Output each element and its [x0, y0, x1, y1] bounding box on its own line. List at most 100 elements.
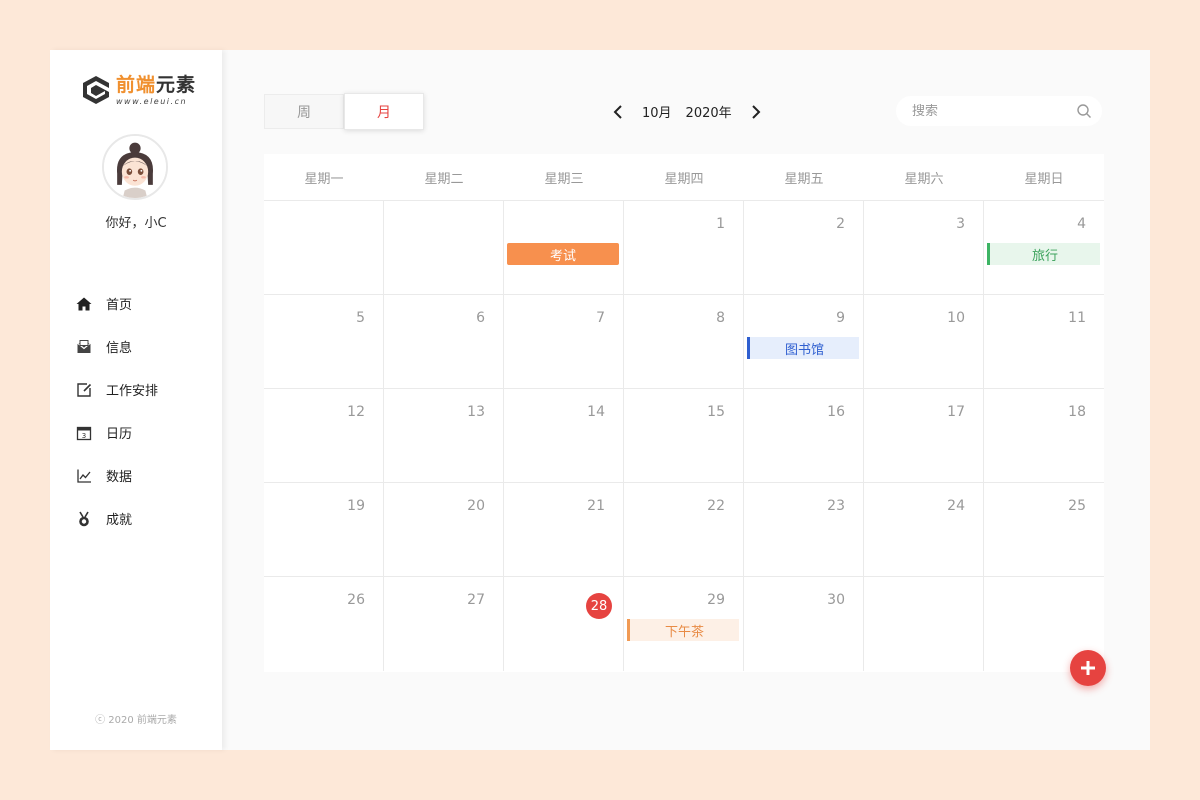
calendar-day-cell[interactable]: 10 — [864, 295, 984, 389]
day-number: 18 — [1068, 404, 1086, 420]
day-number: 16 — [827, 404, 845, 420]
event-library[interactable]: 图书馆 — [747, 337, 859, 359]
calendar-day-cell[interactable]: 5 — [264, 295, 384, 389]
event-tea[interactable]: 下午茶 — [627, 619, 739, 641]
calendar-day-cell[interactable]: 2 — [744, 201, 864, 295]
day-number: 25 — [1068, 498, 1086, 514]
chart-icon — [77, 469, 91, 483]
chevron-left-icon — [613, 104, 622, 119]
sidebar-nav: 首页 信息 工作安排 3 日历 数据 成就 — [76, 282, 158, 540]
calendar-day-cell[interactable]: 7 — [504, 295, 624, 389]
calendar-day-cell[interactable]: 29 下午茶 — [624, 577, 744, 671]
event-travel[interactable]: 旅行 — [987, 243, 1100, 265]
calendar-day-cell[interactable]: 24 — [864, 483, 984, 577]
calendar-day-cell[interactable]: 22 — [624, 483, 744, 577]
calendar-day-cell[interactable]: 20 — [384, 483, 504, 577]
day-number: 5 — [356, 310, 365, 326]
calendar-day-cell[interactable]: 21 — [504, 483, 624, 577]
current-month: 10月 — [642, 106, 672, 121]
sidebar-item-data[interactable]: 数据 — [76, 454, 158, 497]
event-exam[interactable]: 考试 — [507, 243, 619, 265]
search-icon[interactable] — [1076, 103, 1092, 119]
day-number: 27 — [467, 592, 485, 608]
weekday-label: 星期五 — [784, 171, 824, 187]
calendar-day-cell[interactable] — [264, 201, 384, 295]
calendar-day-cell[interactable]: 16 — [744, 389, 864, 483]
sidebar-item-schedule[interactable]: 工作安排 — [76, 368, 158, 411]
weekday-header: 星期一 星期二 星期三 星期四 星期五 星期六 星期日 — [264, 154, 1104, 201]
day-number: 6 — [476, 310, 485, 326]
sidebar-item-calendar[interactable]: 3 日历 — [76, 411, 158, 454]
calendar-day-cell[interactable]: 27 — [384, 577, 504, 671]
sidebar-item-achievements[interactable]: 成就 — [76, 497, 158, 540]
sidebar-item-home[interactable]: 首页 — [76, 282, 158, 325]
day-number: 3 — [956, 216, 965, 232]
sidebar-item-label: 日历 — [106, 427, 133, 442]
calendar-day-cell[interactable]: 13 — [384, 389, 504, 483]
edit-schedule-icon — [77, 382, 92, 397]
calendar-day-cell[interactable]: 12 — [264, 389, 384, 483]
calendar-day-cell[interactable]: 17 — [864, 389, 984, 483]
day-number: 1 — [716, 216, 725, 232]
calendar-day-cell[interactable]: 1 — [624, 201, 744, 295]
calendar-day-cell[interactable]: 18 — [984, 389, 1104, 483]
sidebar-item-label: 首页 — [106, 298, 133, 313]
weekday-label: 星期二 — [424, 171, 464, 187]
day-number: 30 — [827, 592, 845, 608]
avatar[interactable] — [102, 134, 168, 200]
user-greeting: 你好，小C — [105, 216, 167, 231]
search-box — [896, 96, 1102, 126]
calendar-day-cell[interactable]: 15 — [624, 389, 744, 483]
calendar-day-cell[interactable]: 30 — [744, 577, 864, 671]
weekday-label: 星期日 — [1024, 171, 1064, 187]
calendar-day-cell[interactable]: 3 — [864, 201, 984, 295]
week-view-button[interactable]: 周 — [264, 94, 344, 129]
add-event-button[interactable] — [1070, 650, 1106, 686]
day-number: 13 — [467, 404, 485, 420]
day-number: 7 — [596, 310, 605, 326]
next-month-button[interactable] — [750, 104, 762, 119]
day-number: 17 — [947, 404, 965, 420]
weekday-label: 星期一 — [304, 171, 344, 187]
app-window: 前端元素 www.eleui.cn 你好，小C 首页 信息 工作安排 3 日历 … — [50, 50, 1150, 750]
sidebar-item-label: 工作安排 — [106, 384, 159, 399]
calendar-day-cell[interactable]: 6 — [384, 295, 504, 389]
main-content: 周 月 10月 2020年 星期一 星期二 星期三 星期四 星期五 — [222, 50, 1150, 750]
calendar-day-cell[interactable]: 考试 — [504, 201, 624, 295]
chevron-right-icon — [751, 104, 761, 119]
weekday-label: 星期四 — [664, 171, 704, 187]
svg-text:3: 3 — [82, 432, 86, 440]
day-number: 20 — [467, 498, 485, 514]
month-view-button[interactable]: 月 — [344, 93, 424, 130]
calendar-grid: 考试 1 2 3 4 旅行 5 6 7 8 9 图书馆 10 11 12 13 14 15 16 17 18 19 20 21… — [264, 201, 1104, 671]
calendar-day-cell[interactable]: 11 — [984, 295, 1104, 389]
day-number: 4 — [1077, 216, 1086, 232]
sidebar-item-label: 成就 — [106, 513, 133, 528]
calendar-day-cell[interactable]: 23 — [744, 483, 864, 577]
calendar-icon: 3 — [76, 426, 92, 440]
brand-logo[interactable]: 前端元素 www.eleui.cn — [80, 74, 196, 106]
calendar-day-cell[interactable]: 25 — [984, 483, 1104, 577]
plus-icon — [1081, 661, 1095, 675]
calendar-day-cell[interactable]: 8 — [624, 295, 744, 389]
logo-mark-icon — [83, 76, 109, 104]
day-number: 10 — [947, 310, 965, 326]
month-navigator: 10月 2020年 — [612, 102, 762, 121]
calendar-day-cell[interactable]: 14 — [504, 389, 624, 483]
calendar-day-cell[interactable]: 19 — [264, 483, 384, 577]
month-calendar: 星期一 星期二 星期三 星期四 星期五 星期六 星期日 考试 1 2 3 4 旅行 5 6 7 8… — [264, 154, 1104, 672]
medal-icon — [79, 511, 89, 526]
prev-month-button[interactable] — [612, 104, 624, 119]
calendar-day-cell[interactable] — [864, 577, 984, 671]
copyright: ⓒ 2020 前端元素 — [95, 715, 177, 726]
sidebar-item-label: 数据 — [106, 470, 133, 485]
search-input[interactable] — [912, 103, 1072, 119]
calendar-day-cell[interactable] — [384, 201, 504, 295]
sidebar-item-messages[interactable]: 信息 — [76, 325, 158, 368]
mail-icon — [77, 339, 91, 353]
calendar-day-cell[interactable]: 9 图书馆 — [744, 295, 864, 389]
calendar-day-cell[interactable]: 26 — [264, 577, 384, 671]
calendar-day-cell[interactable]: 4 旅行 — [984, 201, 1104, 295]
day-number: 21 — [587, 498, 605, 514]
calendar-day-cell[interactable]: 28 — [504, 577, 624, 671]
